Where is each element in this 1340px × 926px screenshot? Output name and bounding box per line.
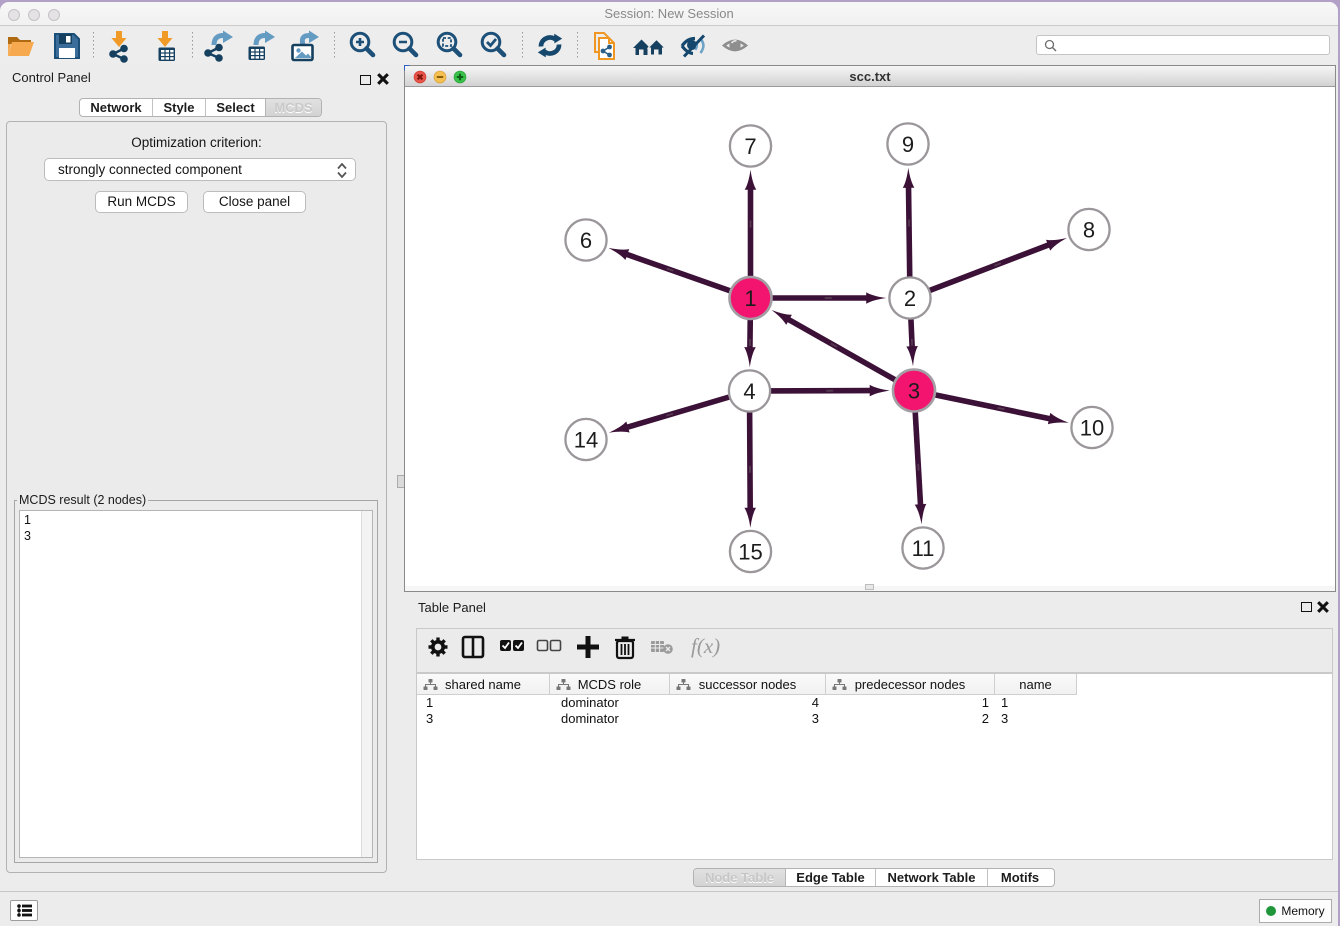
svg-text:3: 3 bbox=[908, 378, 920, 403]
svg-text:14: 14 bbox=[574, 427, 598, 452]
svg-text:f(x): f(x) bbox=[691, 634, 720, 658]
svg-text:7: 7 bbox=[744, 134, 756, 159]
svg-text:2: 2 bbox=[904, 286, 916, 311]
svg-text:1: 1 bbox=[744, 286, 756, 311]
svg-text:9: 9 bbox=[902, 132, 914, 157]
svg-text:11: 11 bbox=[912, 536, 935, 561]
svg-text:10: 10 bbox=[1080, 415, 1104, 440]
svg-text:15: 15 bbox=[738, 539, 762, 564]
svg-text:6: 6 bbox=[580, 228, 592, 253]
svg-text:8: 8 bbox=[1083, 217, 1095, 242]
svg-text:4: 4 bbox=[743, 379, 755, 404]
